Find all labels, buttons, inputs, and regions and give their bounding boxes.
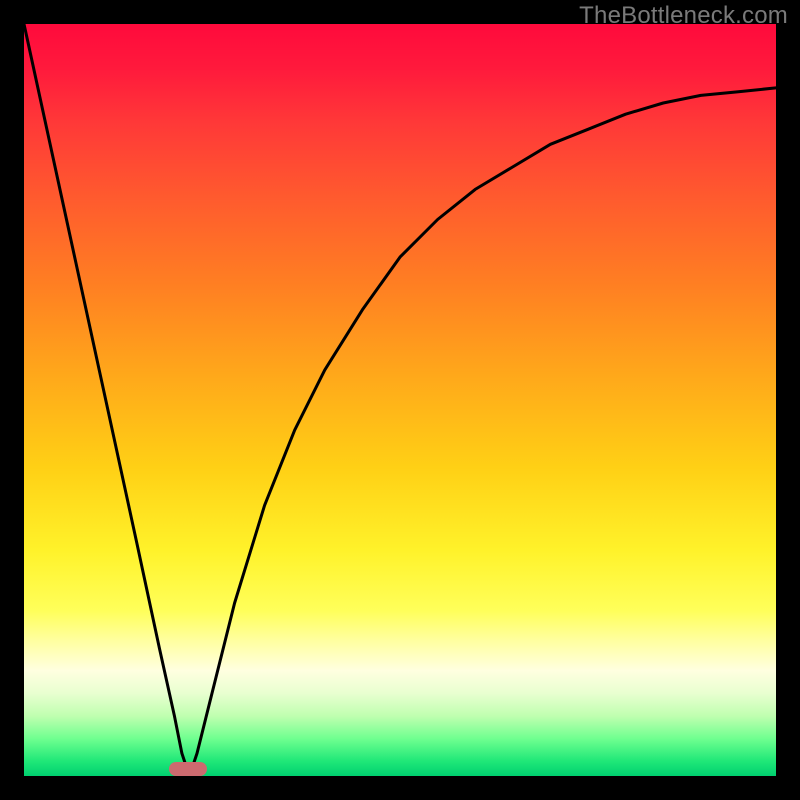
- watermark-text: TheBottleneck.com: [579, 2, 788, 30]
- chart-curve: [24, 24, 776, 776]
- chart-curve-svg: [24, 24, 776, 776]
- chart-minimum-marker: [169, 762, 207, 776]
